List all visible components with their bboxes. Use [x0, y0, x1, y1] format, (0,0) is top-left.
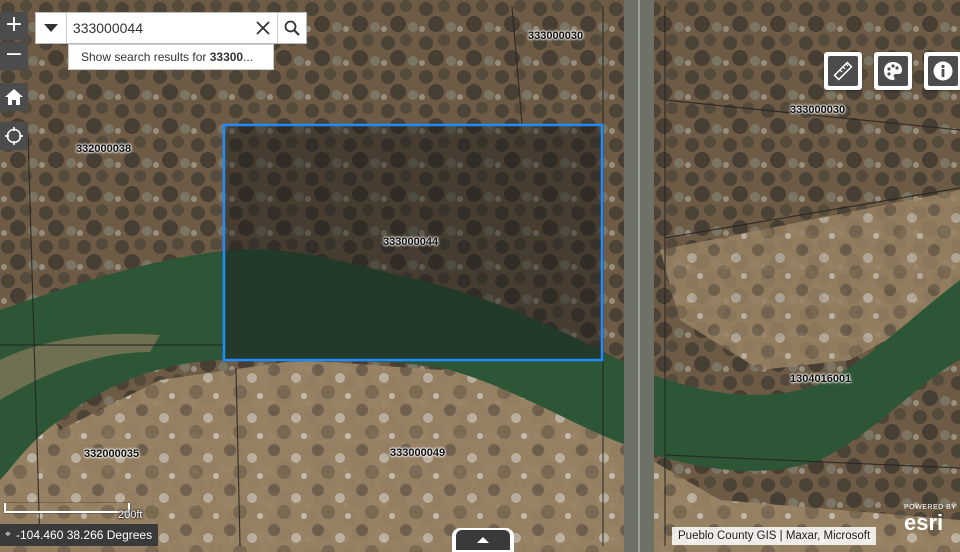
search-icon: [284, 20, 300, 36]
ruler-icon: [833, 61, 853, 81]
crosshair-icon: ⌖: [5, 529, 11, 540]
scale-bar: [4, 503, 130, 513]
home-button[interactable]: [0, 83, 28, 111]
esri-wordmark: esri: [904, 510, 944, 535]
search-source-dropdown[interactable]: [36, 13, 67, 43]
parcel-label: 332000035: [84, 448, 140, 460]
search-widget: [35, 12, 307, 44]
chevron-up-icon: [477, 537, 489, 543]
parcel-label: 1304016001: [790, 373, 852, 385]
locate-button[interactable]: [0, 122, 28, 150]
close-icon: [256, 21, 270, 35]
clear-search-button[interactable]: [249, 13, 277, 43]
info-icon: [933, 61, 953, 81]
search-input[interactable]: [66, 13, 249, 43]
palette-icon: [884, 62, 902, 80]
scale-label: 200ft: [118, 509, 143, 521]
locate-icon: [5, 127, 23, 145]
parcel-label: 333000030: [790, 104, 846, 116]
coordinate-readout[interactable]: ⌖ -104.460 38.266 Degrees: [0, 524, 158, 546]
parcel-label: 332000038: [76, 143, 132, 155]
info-button[interactable]: [924, 52, 960, 90]
esri-logo: POWERED BY esri: [904, 504, 956, 535]
suggestion-match: 33300: [209, 50, 244, 64]
home-icon: [5, 89, 23, 105]
search-button[interactable]: [276, 13, 306, 43]
suggestion-suffix: ...: [243, 50, 254, 64]
measure-button[interactable]: [824, 52, 862, 90]
parcel-label: 333000049: [390, 447, 446, 459]
map-view[interactable]: [0, 0, 960, 552]
search-suggestion[interactable]: Show search results for 33300...: [68, 44, 274, 70]
coordinate-text: -104.460 38.266 Degrees: [16, 528, 153, 542]
attribution: Pueblo County GIS | Maxar, Microsoft: [672, 527, 877, 545]
zoom-out-button[interactable]: −: [0, 42, 28, 70]
parcel-label: 333000044: [383, 236, 439, 248]
zoom-in-button[interactable]: +: [0, 12, 28, 40]
parcel-label: 333000030: [528, 30, 584, 42]
caret-down-icon: [43, 24, 58, 32]
suggestion-prefix: Show search results for: [81, 50, 210, 64]
expand-panel-button[interactable]: [452, 528, 514, 552]
basemap-button[interactable]: [874, 52, 912, 90]
